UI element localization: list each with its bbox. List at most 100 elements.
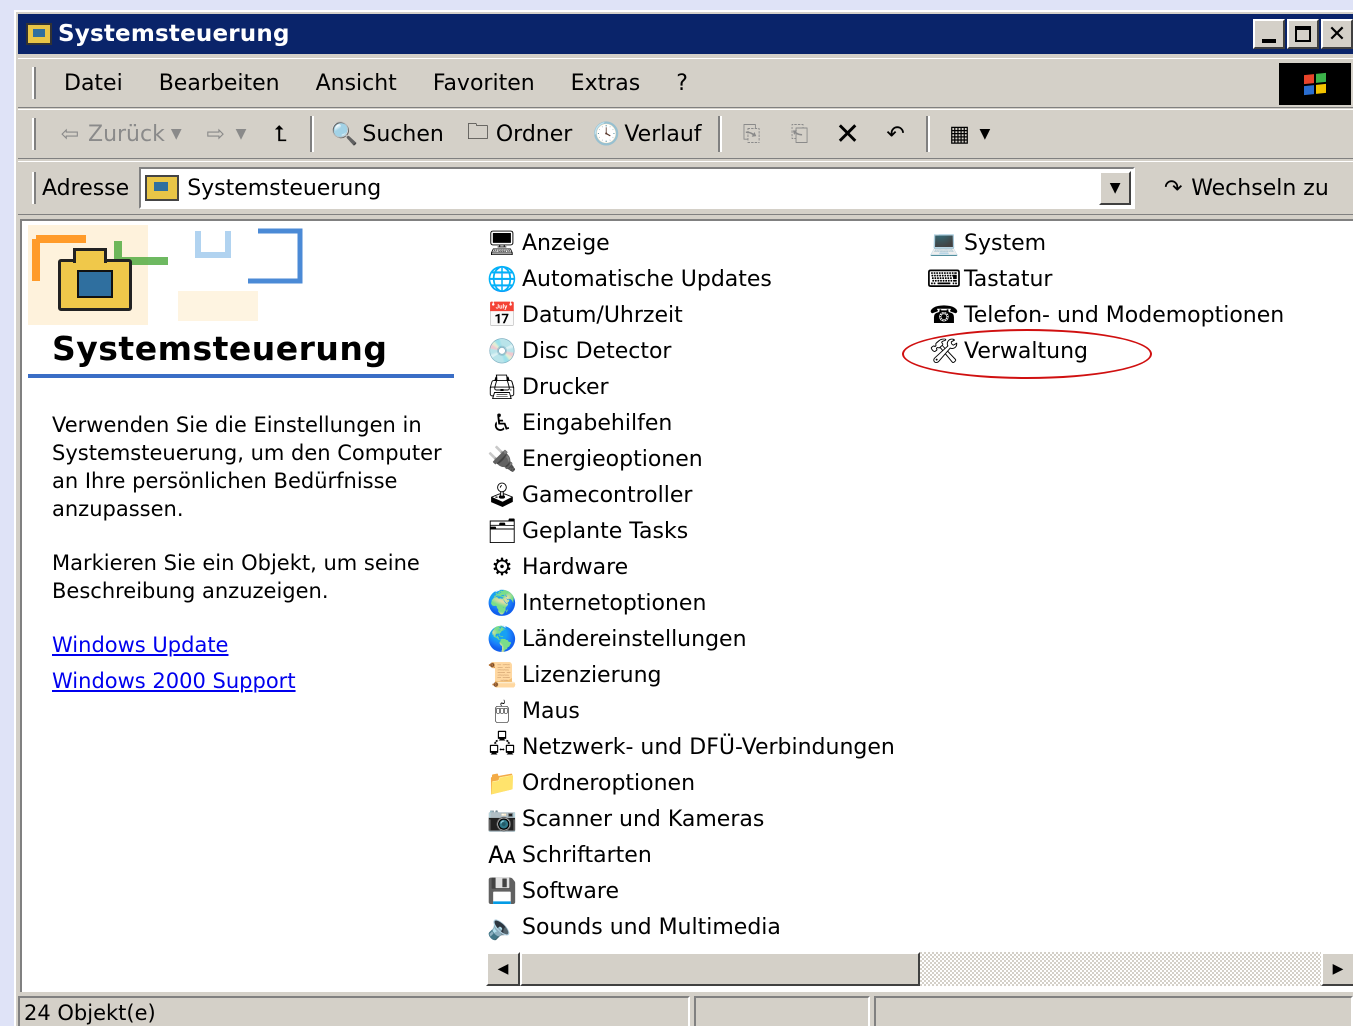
address-dropdown-button[interactable]: ▼ xyxy=(1099,171,1132,205)
item-label: Anzeige xyxy=(522,230,610,256)
search-icon: 🔍 xyxy=(330,121,359,147)
item-ordneroptionen[interactable]: 📁 Ordneroptionen xyxy=(484,765,895,801)
title-bar[interactable]: Systemsteuerung ✕ xyxy=(18,14,1353,54)
item-energieoptionen[interactable]: 🔌 Energieoptionen xyxy=(484,441,895,477)
minimize-button[interactable] xyxy=(1253,19,1285,49)
control-panel-icon xyxy=(26,23,52,45)
copy-to-button[interactable]: ⎗ xyxy=(776,121,824,147)
item-scanner-kameras[interactable]: 📷 Scanner und Kameras xyxy=(484,801,895,837)
fonts-icon: 🗛 xyxy=(488,841,516,869)
menu-ansicht[interactable]: Ansicht xyxy=(298,71,415,96)
item-schriftarten[interactable]: 🗛 Schriftarten xyxy=(484,837,895,873)
hardware-icon: ⚙ xyxy=(491,553,513,581)
power-icon: 🔌 xyxy=(487,445,517,473)
views-button[interactable]: ▦ ▼ xyxy=(936,121,1001,147)
up-folder-button[interactable]: ⮤ xyxy=(256,121,304,147)
accessibility-icon: ♿ xyxy=(491,409,513,437)
status-bar: 24 Objekt(e) xyxy=(18,996,1353,1026)
back-dropdown-icon[interactable]: ▼ xyxy=(171,126,182,142)
item-internetoptionen[interactable]: 🌍 Internetoptionen xyxy=(484,585,895,621)
windows-2000-support-link[interactable]: Windows 2000 Support xyxy=(52,669,296,693)
horizontal-scrollbar[interactable]: ◀ ▶ xyxy=(486,952,1353,986)
toolbar-grip[interactable] xyxy=(32,118,36,150)
addressbar-grip[interactable] xyxy=(32,172,36,204)
keyboard-icon: ⌨ xyxy=(926,265,962,293)
history-button[interactable]: 🕓 Verlauf xyxy=(582,121,711,147)
item-anzeige[interactable]: 🖥 Anzeige xyxy=(484,225,895,261)
item-label: Datum/Uhrzeit xyxy=(522,302,683,328)
item-label: Sounds und Multimedia xyxy=(522,914,781,940)
scanner-icon: 📷 xyxy=(487,805,517,833)
go-button[interactable]: ↷ Wechseln zu xyxy=(1159,175,1329,201)
scroll-left-button[interactable]: ◀ xyxy=(486,952,520,986)
forward-button[interactable]: ⇨ ▼ xyxy=(192,121,257,147)
item-label: Netzwerk- und DFÜ-Verbindungen xyxy=(522,734,895,760)
search-button[interactable]: 🔍 Suchen xyxy=(320,121,453,147)
move-to-button[interactable]: ⎘ xyxy=(728,121,776,147)
menu-help[interactable]: ? xyxy=(658,71,706,96)
undo-button[interactable]: ↶ xyxy=(872,121,920,147)
item-maus[interactable]: 🖱 Maus xyxy=(484,693,895,729)
item-laendereinstellungen[interactable]: 🌎 Ländereinstellungen xyxy=(484,621,895,657)
views-dropdown-icon[interactable]: ▼ xyxy=(980,126,991,142)
printer-icon: 🖨 xyxy=(486,373,518,401)
item-tastatur[interactable]: ⌨ Tastatur xyxy=(926,261,1284,297)
menu-bearbeiten[interactable]: Bearbeiten xyxy=(141,71,298,96)
close-button[interactable]: ✕ xyxy=(1321,19,1353,49)
item-label: Automatische Updates xyxy=(522,266,772,292)
item-geplante-tasks[interactable]: 🗂 Geplante Tasks xyxy=(484,513,895,549)
item-disc-detector[interactable]: 💿 Disc Detector xyxy=(484,333,895,369)
item-label: Hardware xyxy=(522,554,629,580)
item-datum-uhrzeit[interactable]: 📅 Datum/Uhrzeit xyxy=(484,297,895,333)
item-hardware[interactable]: ⚙ Hardware xyxy=(484,549,895,585)
menubar-grip[interactable] xyxy=(32,67,36,99)
item-sounds-multimedia[interactable]: 🔈 Sounds und Multimedia xyxy=(484,909,895,945)
item-automatische-updates[interactable]: 🌐 Automatische Updates xyxy=(484,261,895,297)
back-arrow-icon: ⇦ xyxy=(60,121,80,147)
explorer-window: Systemsteuerung ✕ Datei Bearbeiten Ansic… xyxy=(14,10,1353,1026)
windows-update-link[interactable]: Windows Update xyxy=(52,633,228,657)
folder-up-icon: ⮤ xyxy=(273,121,287,147)
maximize-button[interactable] xyxy=(1287,19,1319,49)
content-pane: Systemsteuerung Verwenden Sie die Einste… xyxy=(20,219,1353,992)
item-drucker[interactable]: 🖨 Drucker xyxy=(484,369,895,405)
right-arrow-icon: ▶ xyxy=(1332,961,1344,977)
item-eingabehilfen[interactable]: ♿ Eingabehilfen xyxy=(484,405,895,441)
toolbar-separator xyxy=(717,116,722,152)
folders-button[interactable]: 🗀 Ordner xyxy=(454,120,582,147)
status-panel-2 xyxy=(694,996,870,1026)
menu-datei[interactable]: Datei xyxy=(46,71,141,96)
item-telefon-modem[interactable]: ☎ Telefon- und Modemoptionen xyxy=(926,297,1284,333)
address-bar: Adresse Systemsteuerung ▼ ↷ Wechseln zu xyxy=(18,161,1353,215)
toolbar-separator xyxy=(925,116,930,152)
left-arrow-icon: ◀ xyxy=(497,961,509,977)
status-panel-3 xyxy=(874,996,1353,1026)
delete-button[interactable]: ✕ xyxy=(824,116,872,152)
status-object-count: 24 Objekt(e) xyxy=(18,996,690,1026)
calendar-icon: 📅 xyxy=(487,301,517,329)
item-label: Scanner und Kameras xyxy=(522,806,765,832)
item-label: Drucker xyxy=(522,374,609,400)
menu-favoriten[interactable]: Favoriten xyxy=(415,71,553,96)
forward-dropdown-icon[interactable]: ▼ xyxy=(236,126,247,142)
item-netzwerk[interactable]: 🖧 Netzwerk- und DFÜ-Verbindungen xyxy=(484,729,895,765)
menu-extras[interactable]: Extras xyxy=(553,71,659,96)
item-software[interactable]: 💾 Software xyxy=(484,873,895,909)
history-label: Verlauf xyxy=(624,121,702,147)
item-label: Internetoptionen xyxy=(522,590,707,616)
address-input[interactable]: Systemsteuerung ▼ xyxy=(139,167,1136,209)
item-lizenzierung[interactable]: 📜 Lizenzierung xyxy=(484,657,895,693)
forward-arrow-icon: ⇨ xyxy=(206,121,225,147)
undo-icon: ↶ xyxy=(886,121,905,147)
back-button[interactable]: ⇦ Zurück ▼ xyxy=(46,121,192,147)
panel-description: Verwenden Sie die Einstellungen in Syste… xyxy=(52,413,442,521)
title-divider xyxy=(28,374,454,378)
item-system[interactable]: 💻 System xyxy=(926,225,1284,261)
scroll-right-button[interactable]: ▶ xyxy=(1321,952,1353,986)
go-arrow-icon: ↷ xyxy=(1163,175,1183,201)
delete-x-icon: ✕ xyxy=(834,116,861,152)
disc-icon: 💿 xyxy=(487,337,517,365)
scroll-thumb[interactable] xyxy=(520,952,920,986)
joystick-icon: 🕹 xyxy=(486,481,518,509)
item-gamecontroller[interactable]: 🕹 Gamecontroller xyxy=(484,477,895,513)
